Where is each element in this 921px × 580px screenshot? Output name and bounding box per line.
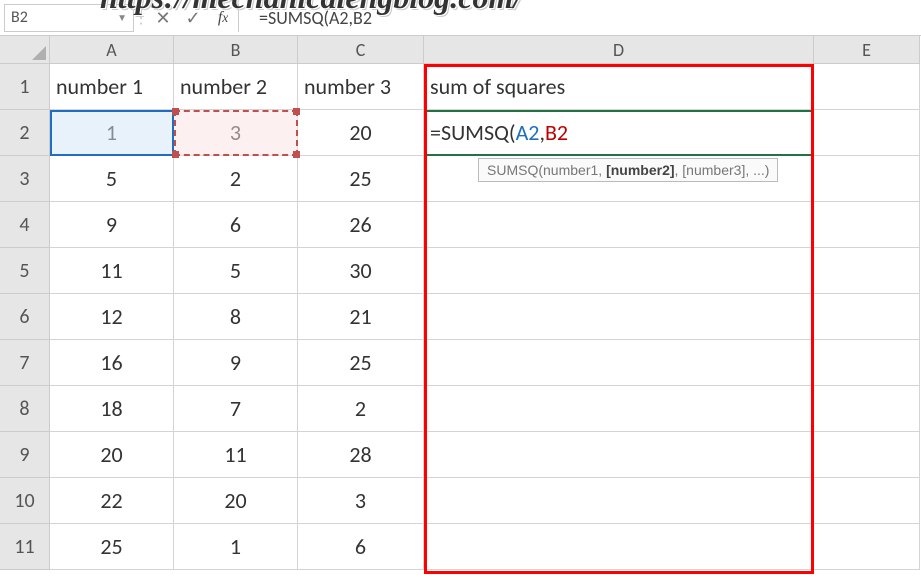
name-box-value: B2 [11, 8, 28, 27]
cell[interactable]: number 3 [298, 64, 424, 110]
cell[interactable]: 5 [50, 156, 174, 202]
cell[interactable]: 22 [50, 478, 174, 524]
cell[interactable]: 9 [174, 340, 298, 386]
table-row: 16 9 25 [50, 340, 920, 386]
cell[interactable] [424, 386, 814, 432]
separator: ⋮ [138, 4, 144, 32]
table-row: 1 3 20 =SUMSQ(A2,B2 [50, 110, 920, 156]
cell[interactable] [424, 294, 814, 340]
row-header[interactable]: 7 [0, 340, 50, 386]
name-box[interactable]: B2 ▼ [4, 4, 134, 32]
row-header[interactable]: 11 [0, 524, 50, 570]
cell[interactable]: 21 [298, 294, 424, 340]
cell[interactable] [424, 202, 814, 248]
cell[interactable] [814, 340, 920, 386]
cell[interactable]: sum of squares [424, 64, 814, 110]
cell[interactable]: number 2 [174, 64, 298, 110]
formula-display: =SUMSQ(A2,B2 [430, 119, 568, 146]
cell[interactable]: 3 [298, 478, 424, 524]
cell[interactable] [424, 478, 814, 524]
cell[interactable] [814, 248, 920, 294]
cancel-button[interactable]: ✕ [148, 4, 178, 32]
cell[interactable]: 25 [50, 524, 174, 570]
cell[interactable]: 28 [298, 432, 424, 478]
cell[interactable]: 1 [50, 110, 174, 156]
table-row: 18 7 2 [50, 386, 920, 432]
cell[interactable]: 12 [50, 294, 174, 340]
row-header[interactable]: 2 [0, 110, 50, 156]
cell[interactable] [814, 478, 920, 524]
cell[interactable] [424, 524, 814, 570]
cell[interactable]: 6 [174, 202, 298, 248]
cell[interactable]: 25 [298, 156, 424, 202]
cell[interactable]: 6 [298, 524, 424, 570]
col-header-b[interactable]: B [174, 36, 298, 64]
name-box-dropdown-icon[interactable]: ▼ [117, 11, 127, 24]
col-header-a[interactable]: A [50, 36, 174, 64]
cell[interactable]: 16 [50, 340, 174, 386]
cell[interactable]: 1 [174, 524, 298, 570]
col-header-c[interactable]: C [298, 36, 424, 64]
row-header[interactable]: 3 [0, 156, 50, 202]
cell[interactable] [814, 524, 920, 570]
cell[interactable] [814, 386, 920, 432]
row-header[interactable]: 4 [0, 202, 50, 248]
cell[interactable]: 26 [298, 202, 424, 248]
row-header[interactable]: 1 [0, 64, 50, 110]
row-header[interactable]: 8 [0, 386, 50, 432]
cell[interactable] [814, 156, 920, 202]
formula-input[interactable]: =SUMSQ(A2,B2 [238, 4, 921, 32]
row-header[interactable]: 5 [0, 248, 50, 294]
cell[interactable]: 7 [174, 386, 298, 432]
cell[interactable] [814, 432, 920, 478]
col-headers: A B C D E [50, 36, 920, 64]
cell[interactable] [424, 156, 814, 202]
table-row: 9 6 26 [50, 202, 920, 248]
table-row: 11 5 30 [50, 248, 920, 294]
select-all-corner[interactable] [0, 36, 50, 64]
formula-bar: B2 ▼ ⋮ ✕ ✓ fx =SUMSQ(A2,B2 [0, 0, 921, 36]
cell[interactable]: 8 [174, 294, 298, 340]
col-header-e[interactable]: E [814, 36, 920, 64]
cell[interactable]: 2 [298, 386, 424, 432]
cell[interactable]: 20 [50, 432, 174, 478]
row-header[interactable]: 6 [0, 294, 50, 340]
row-header[interactable]: 9 [0, 432, 50, 478]
cell[interactable]: 20 [298, 110, 424, 156]
fx-button[interactable]: fx [208, 4, 238, 32]
cell[interactable] [424, 340, 814, 386]
formula-text: =SUMSQ(A2,B2 [259, 7, 372, 29]
cell[interactable] [814, 202, 920, 248]
table-row: 25 1 6 [50, 524, 920, 570]
table-row: 22 20 3 [50, 478, 920, 524]
cell[interactable]: 3 [174, 110, 298, 156]
col-header-d[interactable]: D [424, 36, 814, 64]
table-row: 5 2 25 [50, 156, 920, 202]
cell[interactable] [814, 64, 920, 110]
cell[interactable]: 30 [298, 248, 424, 294]
cell[interactable] [424, 248, 814, 294]
cell[interactable]: 25 [298, 340, 424, 386]
cells: number 1 number 2 number 3 sum of square… [50, 64, 920, 570]
cell[interactable] [814, 294, 920, 340]
cell[interactable]: 2 [174, 156, 298, 202]
row-headers: 1 2 3 4 5 6 7 8 9 10 11 [0, 64, 50, 570]
active-cell-d2[interactable]: =SUMSQ(A2,B2 [424, 110, 814, 156]
table-row: number 1 number 2 number 3 sum of square… [50, 64, 920, 110]
confirm-button[interactable]: ✓ [178, 4, 208, 32]
table-row: 20 11 28 [50, 432, 920, 478]
cell[interactable]: 18 [50, 386, 174, 432]
cell[interactable]: 9 [50, 202, 174, 248]
table-row: 12 8 21 [50, 294, 920, 340]
cell[interactable] [814, 110, 920, 156]
cell[interactable] [424, 432, 814, 478]
cell[interactable]: 11 [174, 432, 298, 478]
cell[interactable]: 11 [50, 248, 174, 294]
cell[interactable]: number 1 [50, 64, 174, 110]
row-header[interactable]: 10 [0, 478, 50, 524]
cell[interactable]: 5 [174, 248, 298, 294]
cell[interactable]: 20 [174, 478, 298, 524]
